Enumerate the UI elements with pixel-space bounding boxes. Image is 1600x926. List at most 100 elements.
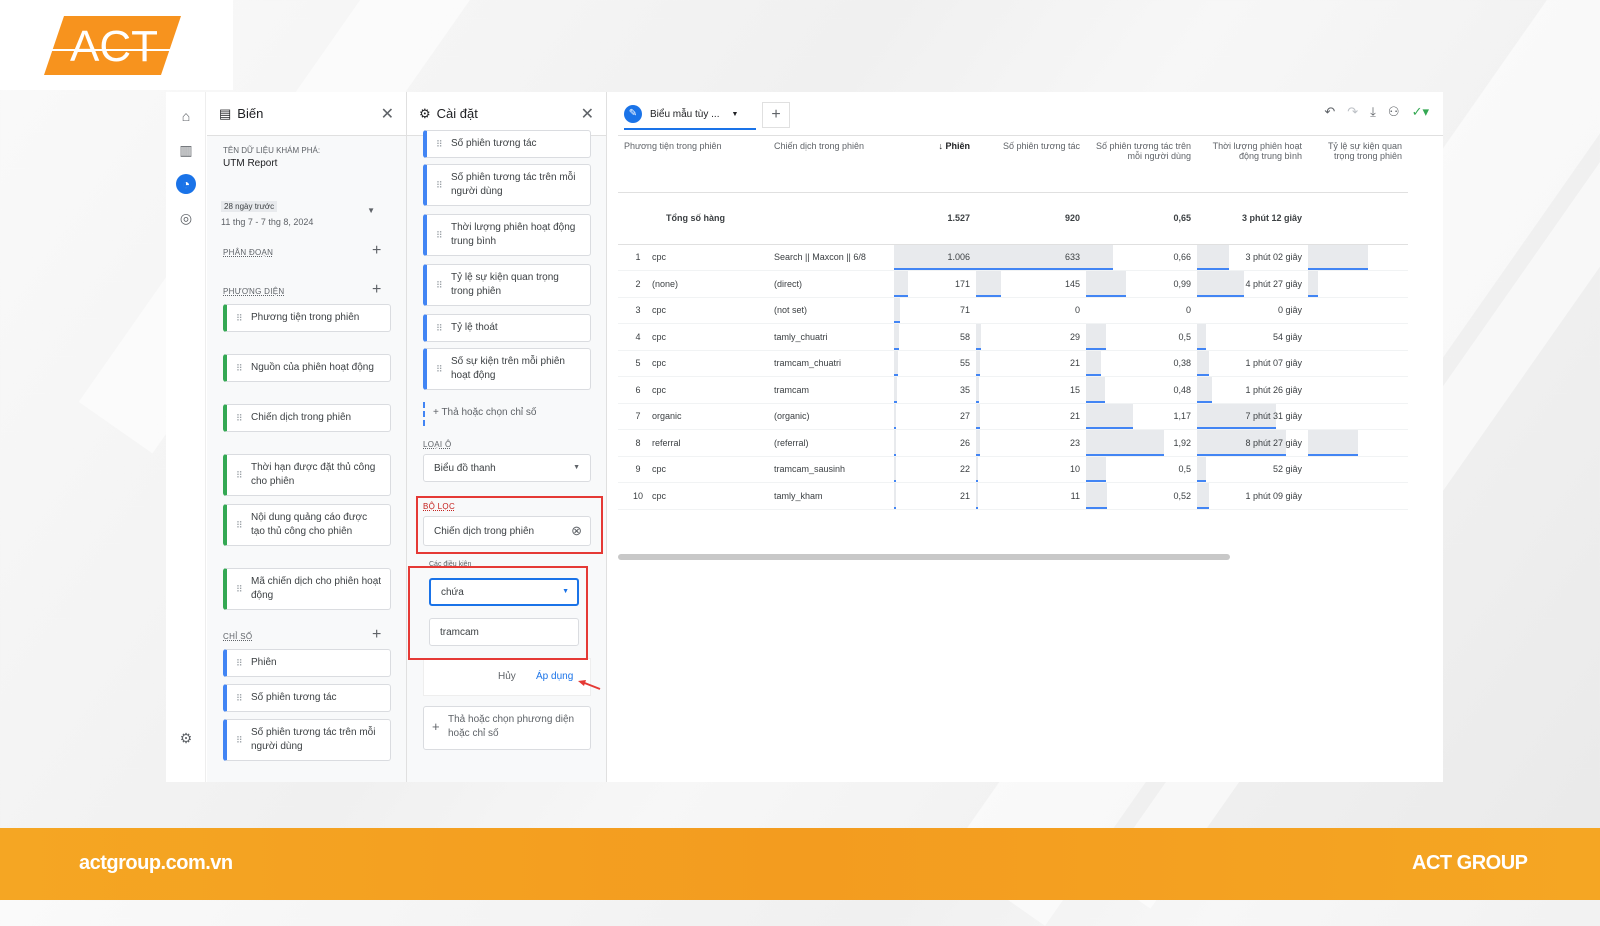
drag-handle-icon[interactable]: ⠿ [236,311,243,325]
horizontal-scrollbar[interactable] [618,554,1230,560]
dimension-chip[interactable]: ⠿ Thời hạn được đặt thủ công cho phiên [223,454,391,496]
cell-bar [1308,271,1318,297]
metric-card[interactable]: ⠿ Số phiên tương tác [423,130,591,158]
drag-handle-icon[interactable]: ⠿ [236,733,243,747]
drag-handle-icon[interactable]: ⠿ [236,518,243,532]
drag-handle-icon[interactable]: ⠿ [436,228,443,242]
table-row[interactable]: 4 cpc tamly_chuatri 58 29 0,5 54 giây [618,323,1408,351]
close-icon[interactable]: ✕ [581,104,594,124]
cancel-button[interactable]: Hủy [498,671,516,682]
download-icon[interactable]: ⤓ [1370,104,1376,120]
cell-bar [976,430,980,456]
svg-text:ACT: ACT [70,22,158,71]
settings-gear-icon[interactable]: ⚙ [176,728,196,748]
drag-handle-icon[interactable]: ⠿ [236,656,243,670]
metric-card[interactable]: ⠿ Số sự kiện trên mỗi phiên hoạt động [423,348,591,390]
col-header-sessions[interactable]: ↓ Phiên [894,136,976,193]
drag-handle-icon[interactable]: ⠿ [236,691,243,705]
share-user-icon[interactable]: ⚇ [1388,104,1400,120]
cell-engaged: 21 [976,350,1086,377]
dimension-chip[interactable]: ⠿ Nội dung quảng cáo được tạo thủ công ch… [223,504,391,546]
cell-bar-underline [894,506,896,509]
redo-icon[interactable]: ↷ [1347,104,1358,120]
table-row[interactable]: 3 cpc (not set) 71 0 0 0 giây [618,297,1408,324]
metric-chip[interactable]: ⠿ Phiên [223,649,391,677]
cell-medium: 4 cpc [618,323,768,351]
dimension-label: Nguồn của phiên hoạt động [251,362,374,373]
table-row[interactable]: 8 referral (referral) 26 23 1,92 8 phút 27 giâ… [618,429,1408,457]
col-header-engaged[interactable]: Số phiên tương tác [976,136,1086,193]
metric-chip[interactable]: ⠿ Số phiên tương tác [223,684,391,712]
drop-metric-target[interactable]: + Thả hoặc chọn chỉ số [423,402,591,426]
row-number: 1 [635,252,641,263]
cell-value: 10 [1069,464,1080,475]
undo-icon[interactable]: ↶ [1324,104,1335,120]
cell-duration: 8 phút 27 giây [1197,429,1308,457]
drag-handle-icon[interactable]: ⠿ [436,178,443,192]
cell-campaign: Search || Maxcon || 6/8 [768,244,894,271]
row-number: 8 [635,437,641,448]
add-dimension-button[interactable]: + [372,281,381,299]
cell-value: 71 [959,305,970,316]
drag-handle-icon[interactable]: ⠿ [436,321,443,335]
table-row[interactable]: 10 cpc tamly_kham 21 11 0,52 1 phút 09 giây [618,482,1408,510]
cell-medium: 1 cpc [618,244,768,271]
metric-card-label: Số phiên tương tác trên mỗi người dùng [451,172,576,197]
drag-handle-icon[interactable]: ⠿ [436,278,443,292]
dimension-chip[interactable]: ⠿ Nguồn của phiên hoạt động [223,354,391,382]
cell-value: 1,17 [1173,411,1191,422]
col-header-campaign[interactable]: Chiến dịch trong phiên [768,136,894,193]
dimension-label: Nội dung quảng cáo được tạo thủ công cho… [251,512,368,537]
filter-actions: Hủy Áp dụng [423,658,591,696]
metric-card[interactable]: ⠿ Số phiên tương tác trên mỗi người dùng [423,164,591,206]
drop-dimension-metric-target[interactable]: + Thả hoặc chọn phương diện hoặc chỉ số [423,706,591,750]
col-header-medium[interactable]: Phương tiện trong phiên [618,136,768,193]
reports-icon[interactable]: ▥ [176,140,196,160]
tab-custom-form[interactable]: ✎ Biểu mẫu tùy ... ▼ [624,100,756,130]
metric-card[interactable]: ⠿ Thời lượng phiên hoạt động trung bình [423,214,591,256]
cell-type-select[interactable]: Biểu đồ thanh ▼ [423,454,591,482]
cell-bar [976,456,978,482]
table-row[interactable]: 2 (none) (direct) 171 145 0,99 4 phút 27 giây [618,270,1408,298]
drag-handle-icon[interactable]: ⠿ [236,361,243,375]
dimension-chip[interactable]: ⠿ Chiến dịch trong phiên [223,404,391,432]
metric-chip[interactable]: ⠿ Số phiên tương tác trên mỗi người dùng [223,719,391,761]
drag-handle-icon[interactable]: ⠿ [236,468,243,482]
metric-card[interactable]: ⠿ Tỷ lệ sự kiện quan trọng trong phiên [423,264,591,306]
drag-handle-icon[interactable]: ⠿ [436,137,443,151]
table-row[interactable]: 1 cpc Search || Maxcon || 6/8 1.006 633 0,66 3… [618,244,1408,271]
advertising-icon[interactable]: ◎ [176,208,196,228]
dimension-chip[interactable]: ⠿ Phương tiện trong phiên [223,304,391,332]
table-row[interactable]: 7 organic (organic) 27 21 1,17 7 phút 31 giây [618,403,1408,430]
drag-handle-icon[interactable]: ⠿ [236,411,243,425]
cell-medium: 6 cpc [618,376,768,404]
add-tab-button[interactable]: + [762,102,790,128]
apply-button[interactable]: Áp dụng [536,671,573,682]
table-row[interactable]: 5 cpc tramcam_chuatri 55 21 0,38 1 phút 07 giâ… [618,350,1408,377]
col-header-per-user[interactable]: Số phiên tương tác trên mỗi người dùng [1086,136,1197,193]
cell-engaged: 11 [976,482,1086,510]
date-range-picker[interactable]: 28 ngày trước 11 thg 7 - 7 thg 8, 2024 ▼ [221,196,391,228]
col-header-duration[interactable]: Thời lượng phiên hoạt động trung bình [1197,136,1308,193]
explore-icon[interactable]: ◔ [176,174,196,194]
dimension-chip[interactable]: ⠿ Mã chiến dịch cho phiên hoạt động [223,568,391,610]
drag-handle-icon[interactable]: ⠿ [236,582,243,596]
table-row[interactable]: 6 cpc tramcam 35 15 0,48 1 phút 26 giây [618,376,1408,404]
close-icon[interactable]: ✕ [381,104,394,124]
cell-campaign: (referral) [768,429,894,457]
date-tag: 28 ngày trước [221,201,278,212]
home-icon[interactable]: ⌂ [176,106,196,126]
cell-bar [976,377,979,403]
explore-name[interactable]: UTM Report [223,158,320,169]
cell-per-user: 1,17 [1086,403,1197,430]
cell-medium: 7 organic [618,403,768,430]
add-metric-button[interactable]: + [372,626,381,644]
metric-card[interactable]: ⠿ Tỷ lệ thoát [423,314,591,342]
cell-value: tamly_kham [774,490,823,501]
cell-bar [1197,350,1209,376]
status-check-icon[interactable]: ✓▾ [1412,104,1429,120]
table-row[interactable]: 9 cpc tramcam_sausinh 22 10 0,5 52 giây [618,456,1408,483]
drag-handle-icon[interactable]: ⠿ [436,362,443,376]
col-header-key-event[interactable]: Tỷ lệ sự kiện quan trọng trong phiên [1308,136,1408,193]
add-segment-button[interactable]: + [372,242,381,260]
